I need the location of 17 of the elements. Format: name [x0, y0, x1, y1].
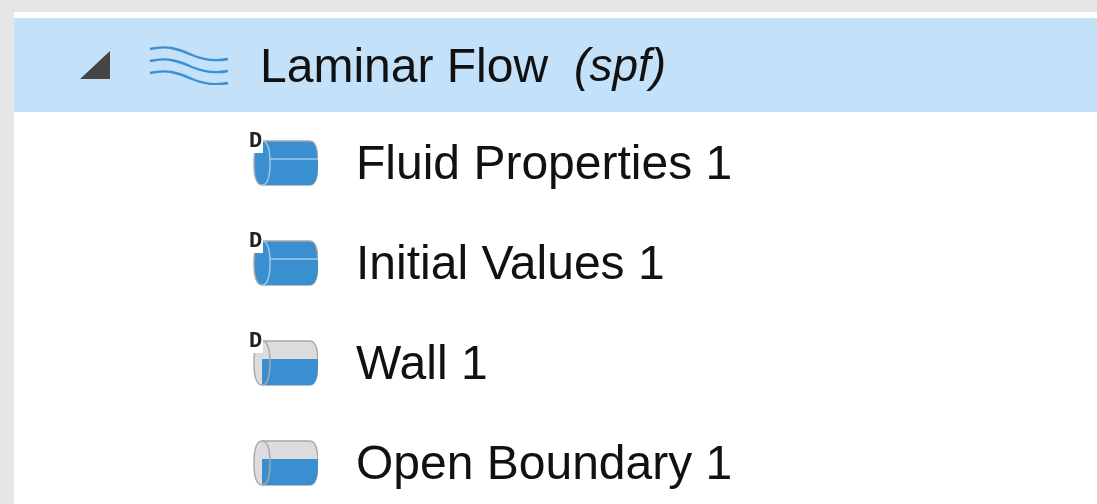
node-tag: (spf)	[574, 38, 667, 92]
tree-item[interactable]: D Fluid Properties 1	[14, 112, 1097, 212]
item-label: Fluid Properties 1	[356, 134, 733, 190]
badge: D	[248, 131, 264, 153]
tree-item[interactable]: D Initial Values 1	[14, 212, 1097, 312]
expander-icon[interactable]	[78, 49, 112, 81]
item-label: Open Boundary 1	[356, 434, 733, 490]
tree-item[interactable]: D Wall 1	[14, 312, 1097, 412]
tree-node[interactable]: Laminar Flow (spf)	[14, 18, 1097, 112]
waves-icon	[148, 45, 230, 85]
badge: D	[248, 331, 264, 353]
cylinder-icon	[252, 439, 318, 487]
tree-item[interactable]: Open Boundary 1	[14, 412, 1097, 504]
item-label: Wall 1	[356, 334, 488, 390]
badge: D	[248, 231, 264, 253]
item-label: Initial Values 1	[356, 234, 665, 290]
node-label: Laminar Flow	[260, 37, 549, 93]
